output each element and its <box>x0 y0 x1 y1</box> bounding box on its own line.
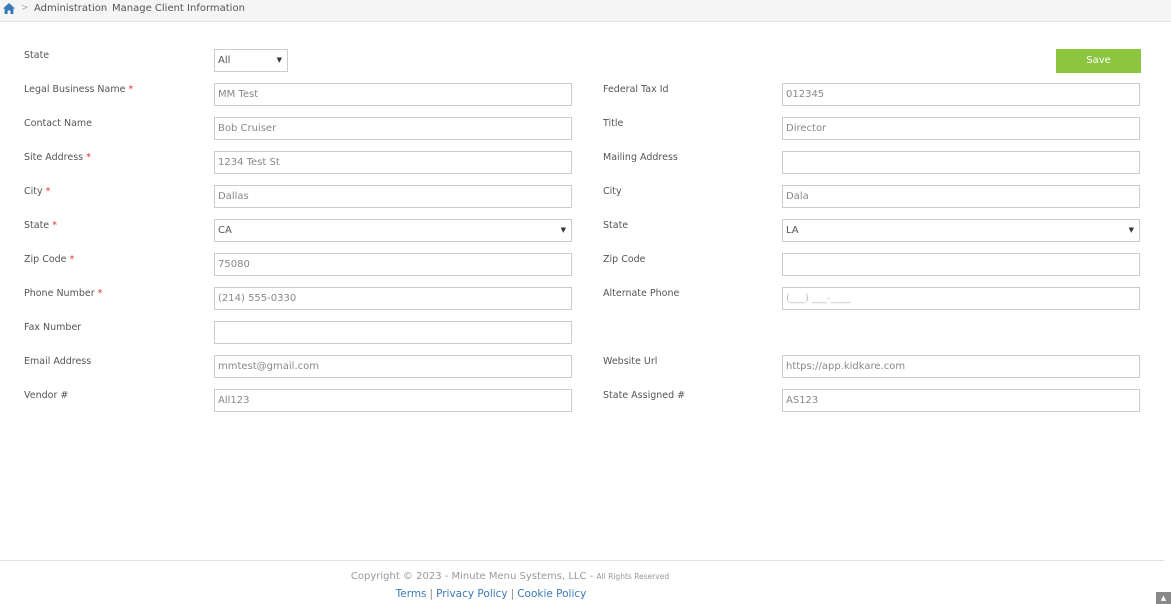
legal-business-name-field[interactable]: MM Test <box>214 83 572 106</box>
copyright: Copyright © 2023 - Minute Menu Systems, … <box>0 571 1020 582</box>
caret-down-icon: ▼ <box>560 226 566 234</box>
footer-links: Terms | Privacy Policy | Cookie Policy <box>0 588 982 600</box>
scroll-to-top-button[interactable]: ▲ <box>1156 592 1171 604</box>
city-field[interactable]: Dallas <box>214 185 572 208</box>
phone-number-label: Phone Number * <box>24 288 103 299</box>
email-address-label: Email Address <box>24 356 92 367</box>
legal-business-name-label: Legal Business Name * <box>24 84 134 95</box>
mailing-address-field[interactable] <box>782 151 1140 174</box>
mailing-state-select[interactable]: LA ▼ <box>782 219 1140 242</box>
footer-divider <box>0 560 1164 561</box>
link-separator: | <box>429 588 434 600</box>
state-assigned-number-field[interactable]: AS123 <box>782 389 1140 412</box>
mailing-zip-code-field[interactable] <box>782 253 1140 276</box>
federal-tax-id-field[interactable]: 012345 <box>782 83 1140 106</box>
mailing-city-label: City <box>603 186 622 197</box>
federal-tax-id-label: Federal Tax Id <box>603 84 669 95</box>
cookie-policy-link[interactable]: Cookie Policy <box>517 588 586 600</box>
rights-text: All Rights Reserved <box>596 572 670 581</box>
mailing-zip-code-label: Zip Code <box>603 254 646 265</box>
title-label: Title <box>603 118 624 129</box>
mailing-address-label: Mailing Address <box>603 152 678 163</box>
caret-down-icon: ▼ <box>1128 226 1134 234</box>
state-filter-value: All <box>218 55 231 66</box>
state-filter-label: State <box>24 50 50 61</box>
zip-code-field[interactable]: 75080 <box>214 253 572 276</box>
mailing-state-label: State <box>603 220 629 231</box>
phone-number-field[interactable]: (214) 555-0330 <box>214 287 572 310</box>
email-address-field[interactable]: mmtest@gmail.com <box>214 355 572 378</box>
mailing-city-field[interactable]: Dala <box>782 185 1140 208</box>
state-label: State * <box>24 220 57 231</box>
state-filter-select[interactable]: All ▼ <box>214 49 288 72</box>
zip-code-label: Zip Code * <box>24 254 75 265</box>
privacy-policy-link[interactable]: Privacy Policy <box>436 588 508 600</box>
state-select[interactable]: CA ▼ <box>214 219 572 242</box>
site-address-label: Site Address * <box>24 152 91 163</box>
home-icon[interactable] <box>2 2 16 15</box>
breadcrumb-item-administration[interactable]: Administration <box>34 3 107 14</box>
terms-link[interactable]: Terms <box>396 588 427 600</box>
fax-number-field[interactable] <box>214 321 572 344</box>
caret-down-icon: ▼ <box>276 56 282 64</box>
title-field[interactable]: Director <box>782 117 1140 140</box>
copyright-text: Copyright © 2023 - Minute Menu Systems, … <box>350 571 594 582</box>
state-select-value: CA <box>218 225 232 236</box>
alternate-phone-label: Alternate Phone <box>603 288 680 299</box>
state-assigned-number-label: State Assigned # <box>603 390 686 401</box>
fax-number-label: Fax Number <box>24 322 82 333</box>
breadcrumb: > Administration > Manage Client Informa… <box>0 0 1171 22</box>
breadcrumb-separator: > <box>21 3 29 13</box>
contact-name-field[interactable]: Bob Cruiser <box>214 117 572 140</box>
alternate-phone-field[interactable]: (___) ___-____ <box>782 287 1140 310</box>
website-url-label: Website Url <box>603 356 658 367</box>
chevron-up-icon: ▲ <box>1160 594 1167 602</box>
link-separator: | <box>510 588 515 600</box>
website-url-field[interactable]: https://app.kidkare.com <box>782 355 1140 378</box>
city-label: City * <box>24 186 51 197</box>
site-address-field[interactable]: 1234 Test St <box>214 151 572 174</box>
mailing-state-select-value: LA <box>786 225 799 236</box>
save-button[interactable]: Save <box>1056 49 1141 73</box>
vendor-number-label: Vendor # <box>24 390 69 401</box>
vendor-number-field[interactable]: All123 <box>214 389 572 412</box>
contact-name-label: Contact Name <box>24 118 93 129</box>
breadcrumb-item-manage-client-information: Manage Client Information <box>112 3 245 14</box>
breadcrumb-separator: > <box>100 3 108 13</box>
